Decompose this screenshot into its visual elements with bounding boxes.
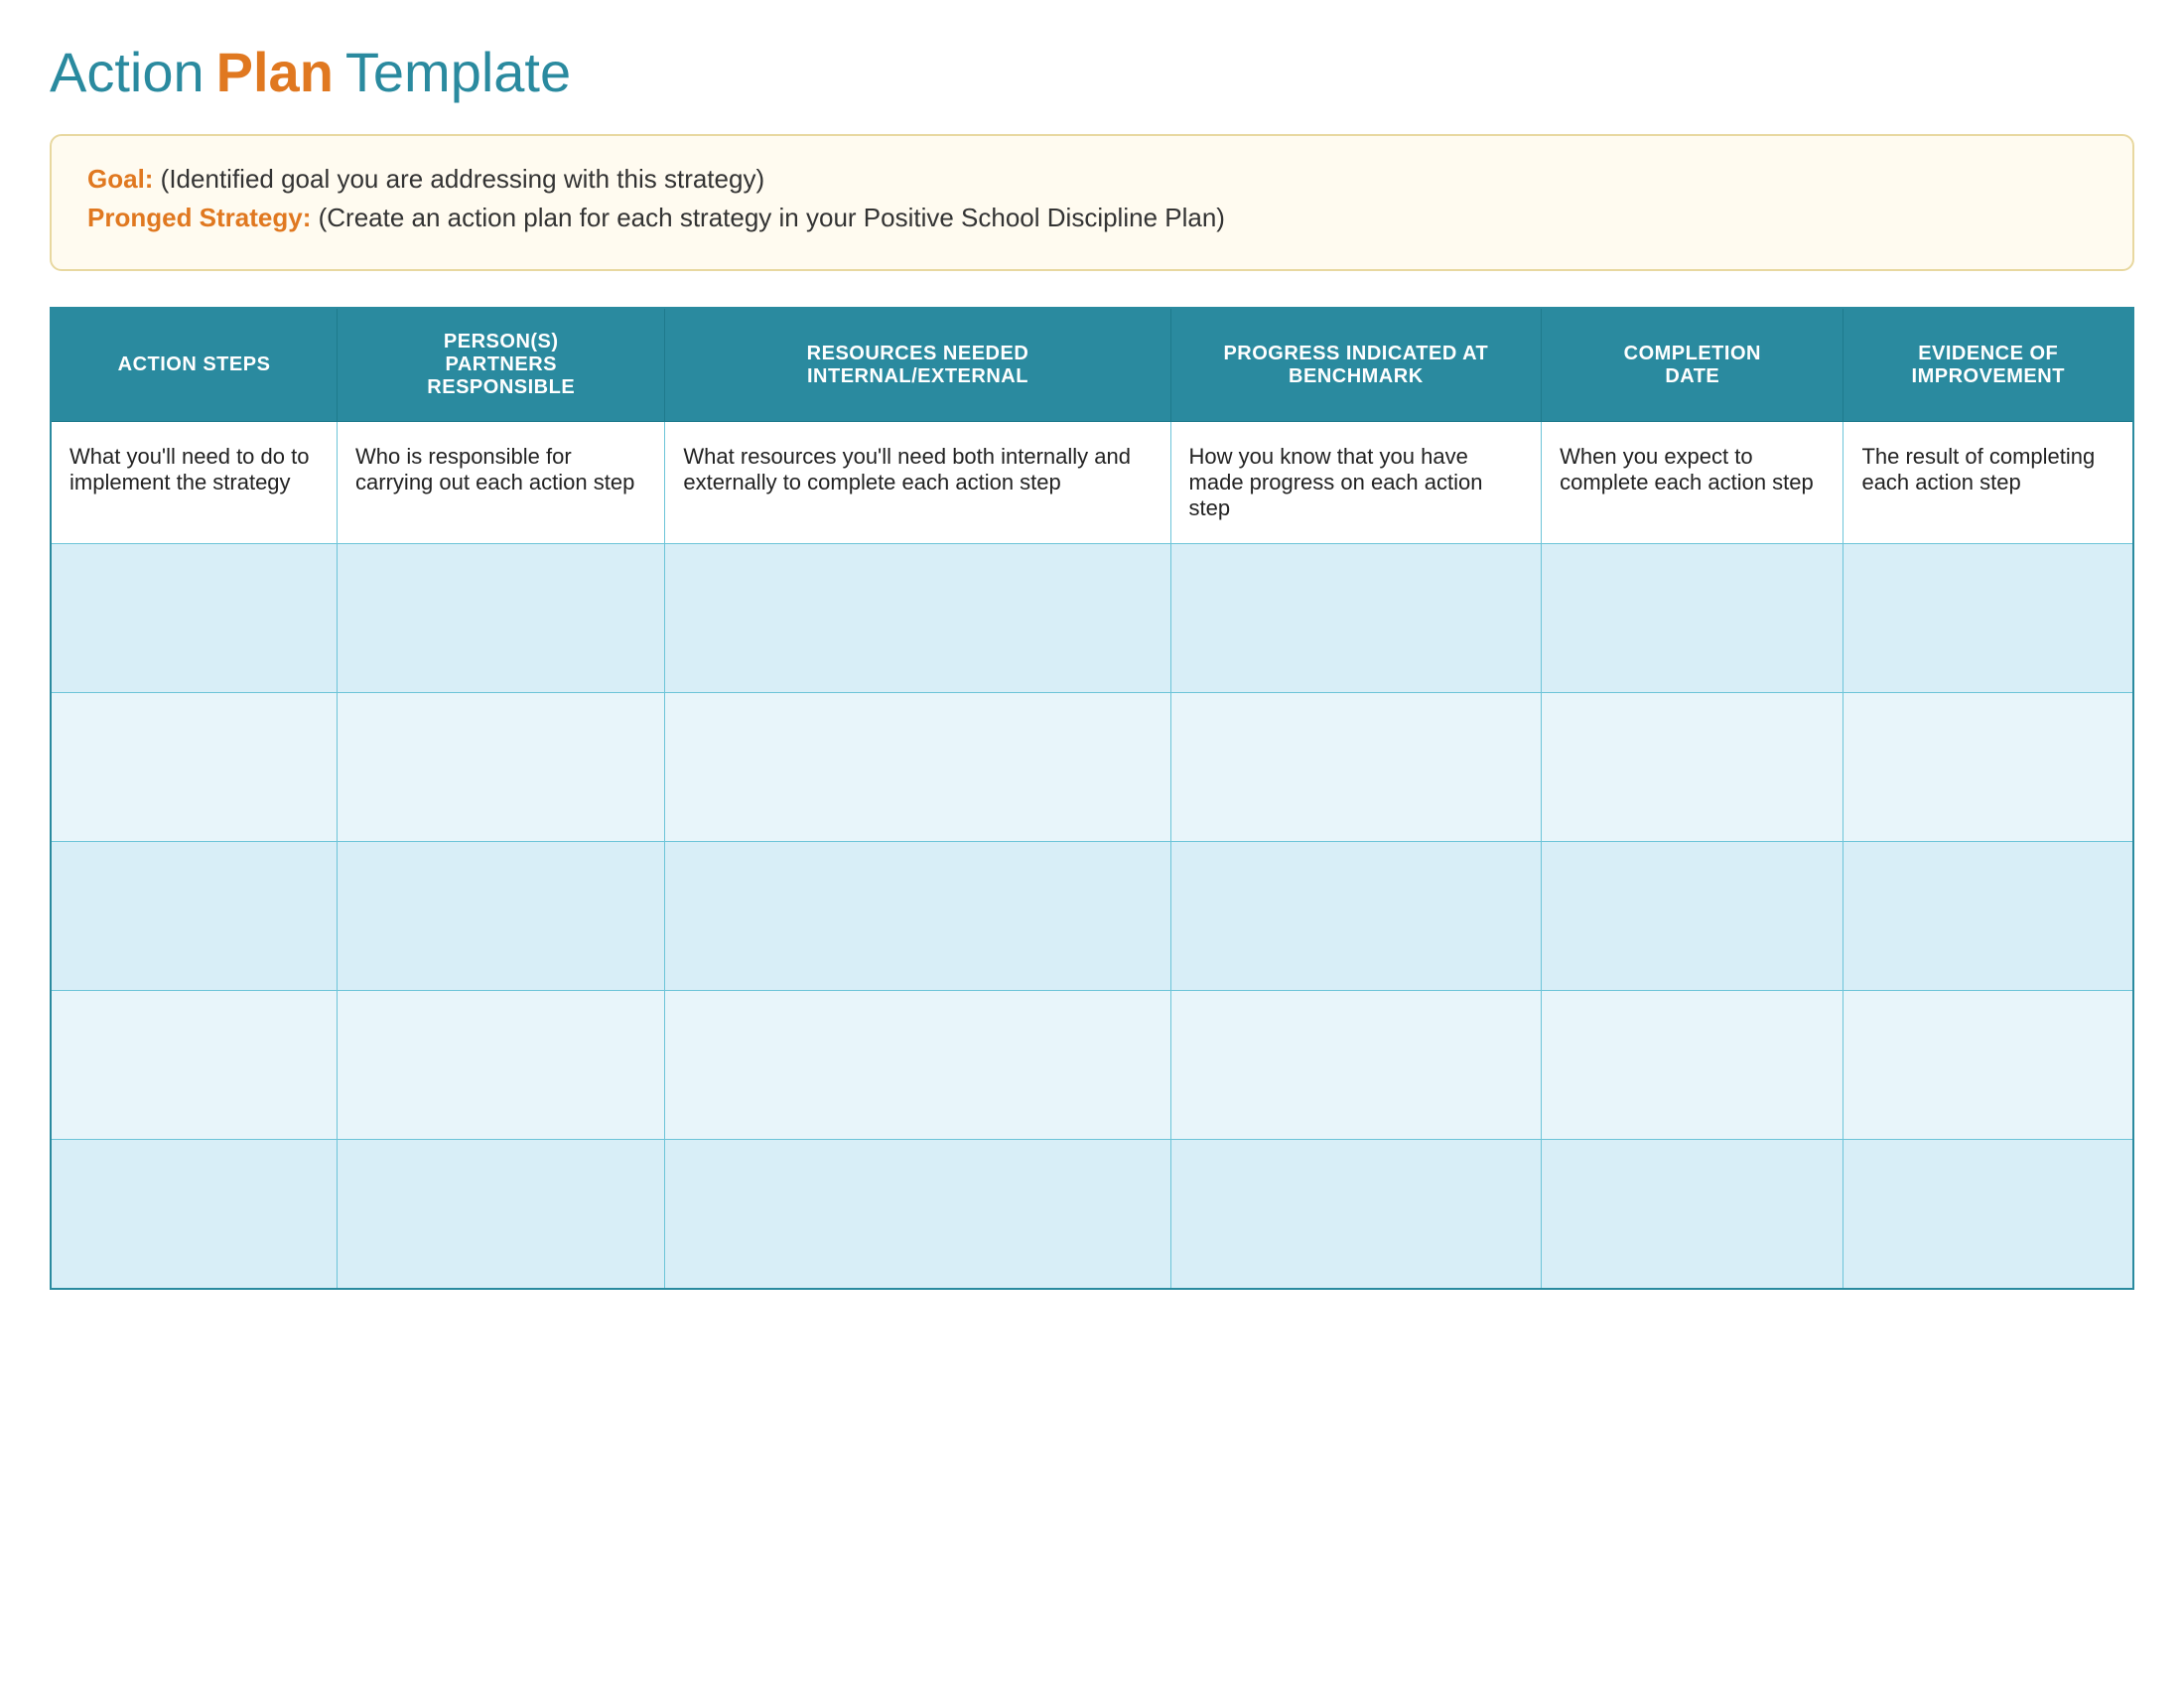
cell-completion-date-3	[1542, 693, 1843, 842]
table-row-empty-2	[51, 544, 2133, 693]
cell-completion-date-2	[1542, 544, 1843, 693]
table-row-empty-3	[51, 693, 2133, 842]
table-row-empty-4	[51, 842, 2133, 991]
cell-evidence-improvement-3	[1843, 693, 2133, 842]
cell-progress-indicated-5	[1170, 991, 1542, 1140]
cell-progress-indicated-2	[1170, 544, 1542, 693]
cell-evidence-improvement-2	[1843, 544, 2133, 693]
cell-completion-date-1: When you expect to complete each action …	[1542, 422, 1843, 544]
cell-completion-date-4	[1542, 842, 1843, 991]
header-progress-indicated: PROGRESS INDICATED AT BENCHMARK	[1170, 308, 1542, 422]
header-completion-date: COMPLETION DATE	[1542, 308, 1843, 422]
cell-resources-needed-1: What resources you'll need both internal…	[665, 422, 1170, 544]
table-row-first: What you'll need to do to implement the …	[51, 422, 2133, 544]
goal-box: Goal: (Identified goal you are addressin…	[50, 134, 2134, 271]
table-row-empty-6	[51, 1140, 2133, 1289]
cell-action-steps-6	[51, 1140, 338, 1289]
cell-action-steps-5	[51, 991, 338, 1140]
cell-action-steps-2	[51, 544, 338, 693]
cell-action-steps-4	[51, 842, 338, 991]
cell-persons-responsible-1: Who is responsible for carrying out each…	[338, 422, 665, 544]
table-header-row: ACTION STEPS PERSON(S) PARTNERS RESPONSI…	[51, 308, 2133, 422]
cell-progress-indicated-1: How you know that you have made progress…	[1170, 422, 1542, 544]
action-plan-table: ACTION STEPS PERSON(S) PARTNERS RESPONSI…	[50, 307, 2134, 1290]
cell-evidence-improvement-4	[1843, 842, 2133, 991]
cell-resources-needed-6	[665, 1140, 1170, 1289]
goal-line: Goal: (Identified goal you are addressin…	[87, 164, 2097, 195]
title-template: Template	[345, 40, 571, 104]
cell-resources-needed-5	[665, 991, 1170, 1140]
cell-persons-responsible-2	[338, 544, 665, 693]
cell-resources-needed-4	[665, 842, 1170, 991]
cell-persons-responsible-3	[338, 693, 665, 842]
table-row-empty-5	[51, 991, 2133, 1140]
cell-action-steps-1: What you'll need to do to implement the …	[51, 422, 338, 544]
cell-persons-responsible-6	[338, 1140, 665, 1289]
header-resources-needed: RESOURCES NEEDED INTERNAL/EXTERNAL	[665, 308, 1170, 422]
header-persons-responsible: PERSON(S) PARTNERS RESPONSIBLE	[338, 308, 665, 422]
cell-resources-needed-3	[665, 693, 1170, 842]
cell-action-steps-3	[51, 693, 338, 842]
cell-persons-responsible-4	[338, 842, 665, 991]
cell-progress-indicated-6	[1170, 1140, 1542, 1289]
cell-evidence-improvement-1: The result of completing each action ste…	[1843, 422, 2133, 544]
cell-resources-needed-2	[665, 544, 1170, 693]
cell-evidence-improvement-6	[1843, 1140, 2133, 1289]
pronged-line: Pronged Strategy: (Create an action plan…	[87, 203, 2097, 233]
cell-persons-responsible-5	[338, 991, 665, 1140]
goal-text: (Identified goal you are addressing with…	[153, 164, 764, 194]
cell-completion-date-5	[1542, 991, 1843, 1140]
page-title: Action Plan Template	[50, 40, 2134, 104]
header-evidence-improvement: EVIDENCE OF IMPROVEMENT	[1843, 308, 2133, 422]
cell-progress-indicated-4	[1170, 842, 1542, 991]
pronged-label: Pronged Strategy:	[87, 203, 311, 232]
cell-progress-indicated-3	[1170, 693, 1542, 842]
title-plan: Plan	[216, 40, 334, 104]
pronged-text: (Create an action plan for each strategy…	[311, 203, 1225, 232]
cell-completion-date-6	[1542, 1140, 1843, 1289]
header-action-steps: ACTION STEPS	[51, 308, 338, 422]
cell-evidence-improvement-5	[1843, 991, 2133, 1140]
goal-label: Goal:	[87, 164, 153, 194]
title-action: Action	[50, 40, 205, 104]
